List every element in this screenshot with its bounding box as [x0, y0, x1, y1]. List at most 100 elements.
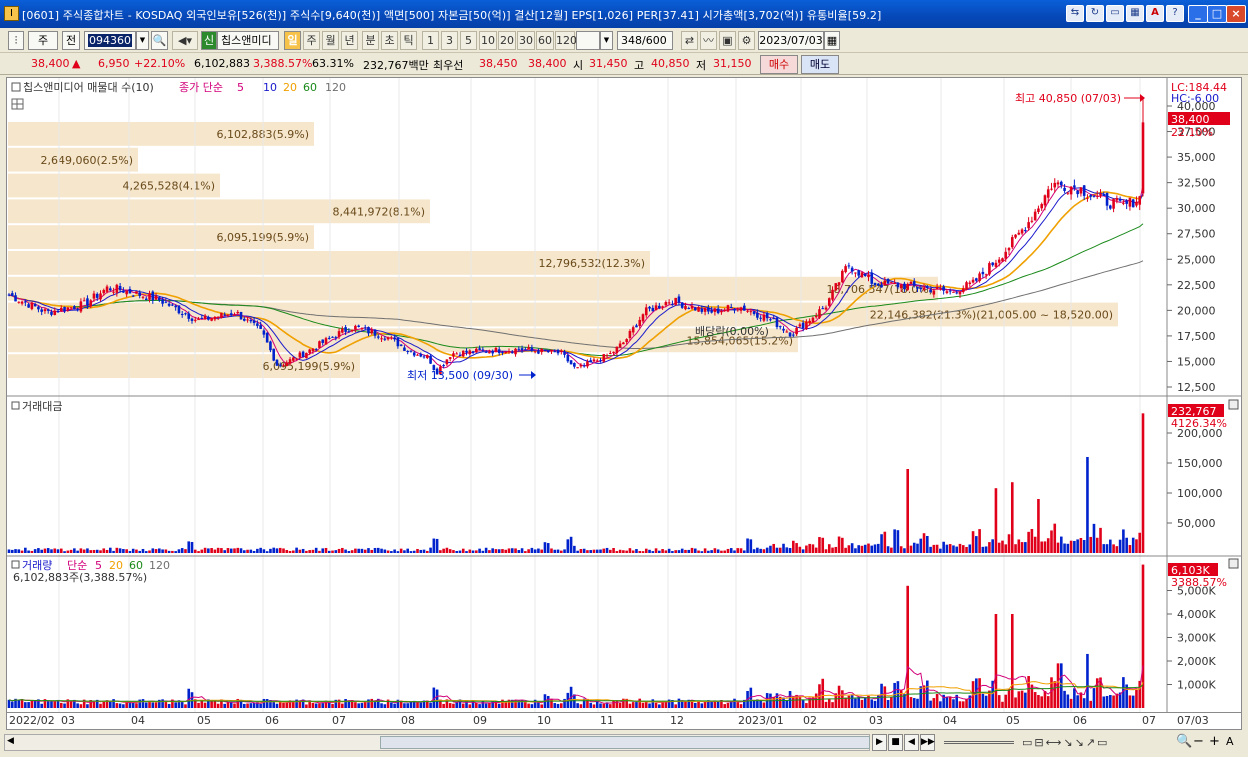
volume-bar — [961, 701, 965, 708]
stock-name-field[interactable]: 칩스앤미디 — [217, 31, 279, 50]
date-label: 05 — [1006, 714, 1020, 727]
panel-toggle-icon[interactable] — [11, 401, 20, 410]
step-3[interactable]: 3 — [441, 31, 458, 50]
period-minute[interactable]: 분 — [362, 31, 379, 50]
step-20[interactable]: 20 — [498, 31, 516, 50]
count-input[interactable]: 348/600 — [617, 31, 673, 50]
step-back-icon[interactable]: ◀ — [904, 734, 919, 751]
candle-body — [390, 337, 393, 339]
amount-bar — [929, 546, 932, 553]
candle-body — [399, 344, 403, 346]
window-icon[interactable]: ▭ — [1106, 5, 1124, 22]
period-second[interactable]: 초 — [381, 31, 398, 50]
volume-bar — [527, 703, 530, 708]
step-60[interactable]: 60 — [536, 31, 554, 50]
tool-icons[interactable]: ▭⊟⟷↘↘↗▭ — [1022, 736, 1109, 749]
zoom-icon[interactable]: 🔍 — [1176, 734, 1192, 749]
link-icon[interactable]: ⇆ — [1066, 5, 1084, 22]
candle-body — [252, 320, 256, 324]
volume-bar — [912, 698, 916, 708]
period-year[interactable]: 년 — [341, 31, 358, 50]
sell-button[interactable]: 매도 — [801, 55, 839, 74]
amount-bar — [327, 550, 331, 553]
step-30[interactable]: 30 — [517, 31, 535, 50]
play-icon[interactable]: ▶ — [872, 734, 887, 751]
period-week[interactable]: 주 — [303, 31, 320, 50]
step-custom-input[interactable] — [576, 31, 600, 50]
zoom-out-icon[interactable]: − — [1193, 734, 1204, 749]
code-dropdown-icon[interactable]: ▼ — [136, 31, 149, 50]
candle-body — [102, 289, 106, 294]
candle-body — [122, 290, 125, 293]
mode-select[interactable]: 주 — [28, 31, 58, 50]
volume-bar — [223, 703, 226, 708]
amount-bar — [746, 538, 749, 553]
volume-bar — [723, 704, 726, 708]
amount-bar — [723, 550, 726, 553]
stop-icon[interactable]: ■ — [888, 734, 903, 751]
panel-toggle-icon[interactable] — [11, 82, 21, 92]
date-label: 04 — [943, 714, 957, 727]
save-icon[interactable]: ▣ — [719, 31, 736, 50]
amount-bar — [406, 548, 409, 553]
scroll-left-icon[interactable]: ◀ — [7, 736, 14, 746]
candle-body — [916, 286, 919, 289]
volume-bar — [641, 702, 645, 708]
trend-icon[interactable]: 〰 — [700, 31, 717, 50]
chart-icon[interactable]: ▦ — [1126, 5, 1144, 22]
candle-body — [1010, 237, 1014, 248]
maximize-button[interactable]: □ — [1207, 5, 1227, 23]
chart-scrollbar[interactable]: ◀ — [4, 734, 870, 751]
stock-code-input[interactable]: 094360 — [84, 31, 136, 50]
step-1[interactable]: 1 — [422, 31, 439, 50]
amount-bar — [324, 547, 328, 553]
sound-icon[interactable]: ◀▾ — [172, 31, 198, 50]
panel-toggle-icon[interactable] — [11, 560, 20, 569]
date-input[interactable]: 2023/07/03 — [758, 31, 824, 50]
minimize-button[interactable]: _ — [1188, 5, 1208, 23]
candle-body — [69, 307, 73, 309]
refresh-icon[interactable]: ↻ — [1086, 5, 1104, 22]
grid-icon[interactable] — [11, 98, 24, 110]
fast-forward-icon[interactable]: ▶▶ — [920, 734, 935, 751]
period-tick[interactable]: 틱 — [400, 31, 417, 50]
step-dropdown-icon[interactable]: ▼ — [600, 31, 613, 50]
buy-button[interactable]: 매수 — [760, 55, 798, 74]
amount-bar — [409, 551, 413, 553]
pin-icon[interactable]: ⫶ — [8, 31, 24, 50]
step-5[interactable]: 5 — [460, 31, 477, 50]
mode-toggle[interactable]: 전 — [62, 31, 80, 50]
candle-body — [886, 278, 890, 284]
volume-bar — [46, 701, 50, 708]
font-icon[interactable]: A — [1146, 5, 1164, 22]
step-120[interactable]: 120 — [555, 31, 577, 50]
period-month[interactable]: 월 — [322, 31, 339, 50]
chart-svg[interactable]: 6,102,883(5.9%)2,649,060(2.5%)4,265,528(… — [7, 78, 1241, 712]
search-icon[interactable]: 🔍 — [151, 31, 168, 50]
step-10[interactable]: 10 — [479, 31, 497, 50]
autoscale-icon[interactable]: A — [1226, 735, 1234, 748]
candle-body — [618, 343, 622, 348]
candle-body — [971, 279, 975, 283]
candle-body — [801, 322, 805, 328]
calendar-icon[interactable]: ▦ — [824, 31, 840, 50]
volume-bar — [602, 703, 606, 708]
scroll-thumb[interactable] — [380, 736, 870, 749]
amount-panel-close-icon[interactable] — [1228, 399, 1239, 410]
period-day[interactable]: 일 — [284, 31, 301, 50]
candle-body — [131, 295, 135, 297]
chart-area[interactable]: 6,102,883(5.9%) 2,649,060(2.5%) 4,265,528(… — [6, 77, 1242, 713]
volume-bar — [1046, 696, 1050, 708]
amount-bar — [491, 548, 494, 553]
zoom-track[interactable] — [944, 741, 1014, 744]
settings-icon[interactable]: ⚙ — [738, 31, 755, 50]
close-button[interactable]: × — [1226, 5, 1246, 23]
volume-panel-close-icon[interactable] — [1228, 558, 1239, 569]
zoom-in-icon[interactable]: + — [1209, 734, 1220, 749]
move-icon[interactable]: ⇄ — [681, 31, 698, 50]
amount-bar — [193, 549, 197, 553]
volume-bar — [1050, 677, 1053, 708]
help-icon[interactable]: ? — [1166, 5, 1184, 22]
amount-bar — [1138, 532, 1142, 553]
amount-bar — [1037, 499, 1040, 553]
